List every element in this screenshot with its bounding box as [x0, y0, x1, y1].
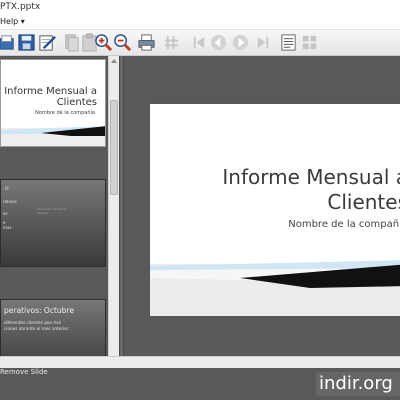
open-file-icon[interactable]: [0, 33, 17, 52]
last-slide-icon[interactable]: [253, 33, 272, 52]
slide-title-line-2: Clientes: [327, 190, 400, 214]
status-text: Remove Slide: [0, 368, 48, 376]
slide-viewer: Informe Mensual a Clientes Nombre de la …: [125, 56, 400, 368]
thumbnail-2-heading: o: [5, 185, 9, 192]
slide-thumbnail-2[interactable]: o rativos es e mas xxx xxxxx xx xxxxx xx…: [0, 179, 106, 267]
slide-thumbnail-1[interactable]: Informe Mensual a Clientes Nombre de la …: [0, 59, 106, 147]
thumbnail-2-bullet-2: es: [3, 211, 8, 216]
scroll-up-arrow-icon[interactable]: [111, 59, 117, 63]
slide-view-icon[interactable]: [279, 33, 298, 52]
horizontal-scrollbar[interactable]: [0, 356, 400, 368]
next-slide-icon[interactable]: [231, 33, 250, 52]
copy-icon[interactable]: [62, 33, 81, 52]
menu-bar: Help ▾: [0, 16, 400, 30]
main-area: Informe Mensual a Clientes Nombre de la …: [0, 56, 400, 368]
edit-icon[interactable]: [38, 33, 57, 52]
thumbnail-1-title: Informe Mensual a Clientes: [4, 86, 97, 108]
toolbar: [0, 30, 400, 56]
thumbnail-3-heading: perativos: Octubre: [4, 306, 74, 315]
thumbnail-2-right-text: xxx xxxxx xx xxxxx xxxxxx: [37, 207, 67, 215]
previous-slide-icon[interactable]: [209, 33, 228, 52]
scrollbar-thumb[interactable]: [110, 100, 118, 195]
window-title: PTX.pptx: [0, 2, 41, 12]
slide-title: Informe Mensual a Clientes: [222, 165, 400, 215]
current-slide[interactable]: Informe Mensual a Clientes Nombre de la …: [149, 103, 400, 317]
thumbnail-3-body: diferentes clientes que han ciones duran…: [4, 320, 69, 331]
thumbnail-scrollbar[interactable]: [108, 56, 119, 368]
slide-title-line-1: Informe Mensual a: [222, 165, 400, 189]
first-slide-icon[interactable]: [190, 33, 209, 52]
pane-splitter[interactable]: [119, 56, 124, 368]
menu-help[interactable]: Help ▾: [0, 17, 25, 26]
slide-subtitle: Nombre de la compañía: [288, 219, 400, 230]
thumbnail-2-bullet-1: rativos: [3, 199, 17, 204]
grid-view-icon[interactable]: [300, 33, 319, 52]
zoom-in-icon[interactable]: [94, 33, 113, 52]
thumbnail-1-swoosh: [1, 126, 105, 146]
slide-swoosh: [150, 260, 400, 316]
title-bar: PTX.pptx: [0, 0, 400, 16]
fit-icon[interactable]: [163, 33, 182, 52]
status-bar: Remove Slide indir.org: [0, 368, 400, 400]
zoom-out-icon[interactable]: [113, 33, 132, 52]
thumbnail-2-bullet-3: e mas: [3, 220, 12, 230]
save-icon[interactable]: [17, 33, 36, 52]
watermark-logo: indir.org: [316, 372, 400, 396]
print-icon[interactable]: [137, 33, 156, 52]
thumbnail-1-subtitle: Nombre de la compañía: [35, 110, 95, 116]
thumbnail-pane: Informe Mensual a Clientes Nombre de la …: [0, 56, 119, 368]
